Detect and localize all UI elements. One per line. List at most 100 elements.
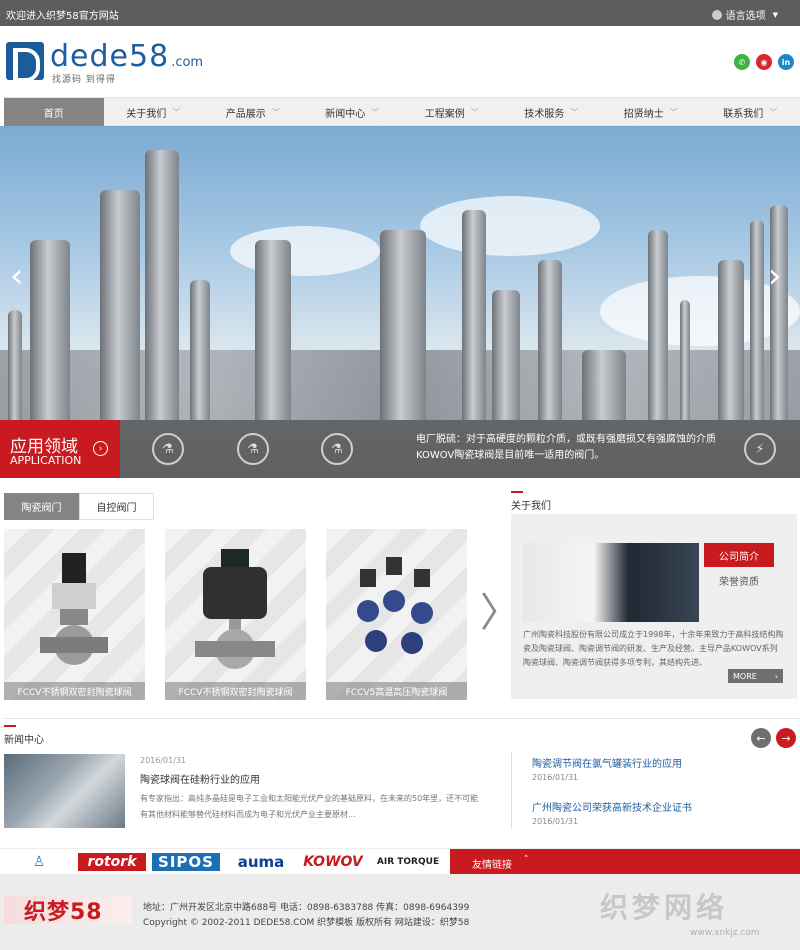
watermark-text: 织梦网络 <box>600 891 729 924</box>
plant-tower <box>770 205 788 420</box>
linkedin-icon[interactable]: in <box>778 54 794 70</box>
news-next-button[interactable]: → <box>776 728 796 748</box>
footer-address: 地址：广州开发区北京中路688号 电话：0898-6383788 传真：0898… <box>143 903 470 913</box>
plant-tower <box>648 230 668 420</box>
news-feature-summary: 有专家指出：高纯多晶硅是电子工业和太阳能光伏产业的基础原料，在未来的50年里，还… <box>140 794 479 819</box>
footer: 织梦58 地址：广州开发区北京中路688号 电话：0898-6383788 传真… <box>0 874 800 950</box>
about-more-button[interactable]: MORE › <box>728 669 783 683</box>
plant-tower <box>100 190 140 420</box>
nav-item-about[interactable]: 关于我们 ﹀ <box>104 98 204 126</box>
flask-icon[interactable]: ⚗ <box>152 433 184 465</box>
chevron-up-icon: ˄ <box>524 855 529 865</box>
news-list-title[interactable]: 广州陶瓷公司荣获高新技术企业证书 <box>532 799 692 814</box>
chevron-right-icon: › <box>774 671 778 681</box>
tab-ceramic-valves[interactable]: 陶瓷阀门 <box>4 493 79 520</box>
plant-tower <box>30 240 70 420</box>
nav-item-news[interactable]: 新闻中心 ﹀ <box>303 98 403 126</box>
plant-tower <box>582 350 626 420</box>
lightning-icon[interactable]: ⚡ <box>744 433 776 465</box>
site-logo[interactable]: dede58 .com 找源码 到得得 <box>6 39 204 85</box>
nav-label: 首页 <box>43 108 64 120</box>
partner-logo-kowov[interactable]: KOWOV <box>300 853 366 871</box>
product-caption: FCCV5高温高压陶瓷球阀 <box>326 682 467 700</box>
news-divider <box>511 752 512 828</box>
hero-banner: ‹ › 应用领域 APPLICATION › ⚗ ⚗ ⚗ 电厂脱硫：对于高硬度的… <box>0 126 800 478</box>
partner-logo-rotork[interactable]: rotork <box>78 853 146 871</box>
valve-image <box>357 557 433 654</box>
caret-down-icon: ▼ <box>772 10 778 19</box>
nav-item-products[interactable]: 产品展示 ﹀ <box>203 98 303 126</box>
application-bar: 应用领域 APPLICATION › ⚗ ⚗ ⚗ 电厂脱硫：对于高硬度的颗粒介质… <box>0 420 800 478</box>
news-feature-date: 2016/01/31 <box>140 756 187 765</box>
news-list-title[interactable]: 陶瓷调节阀在氯气罐装行业的应用 <box>532 755 682 770</box>
logo-slogan: 找源码 到得得 <box>52 75 116 85</box>
product-card[interactable]: FCCV不锈钢双密封陶瓷球阀 <box>4 529 145 700</box>
globe-icon <box>711 9 722 20</box>
language-selector[interactable]: 语言选项 ▼ <box>711 7 778 22</box>
chevron-down-icon: ﹀ <box>271 107 280 117</box>
product-caption: FCCV不锈钢双密封陶瓷球阀 <box>4 682 145 700</box>
cloud-decoration <box>420 196 600 256</box>
friend-links-bar[interactable]: 友情链接 ˄ <box>450 849 800 875</box>
flask-icon[interactable]: ⚗ <box>321 433 353 465</box>
nav-label: 新闻中心 <box>325 108 366 120</box>
partner-mark-icon[interactable]: ♙ <box>30 853 48 871</box>
product-list: FCCV不锈钢双密封陶瓷球阀 FCCV不锈钢双密封陶瓷球阀 FCCV5高温高压陶… <box>4 529 467 700</box>
chevron-down-icon: ﹀ <box>371 107 380 117</box>
news-list-date: 2016/01/31 <box>532 817 579 826</box>
plant-tower <box>380 230 426 420</box>
nav-item-home[interactable]: 首页 <box>4 98 104 126</box>
section-divider <box>4 718 800 719</box>
plant-tower <box>492 290 520 420</box>
news-list-date: 2016/01/31 <box>532 773 579 782</box>
plant-tower <box>8 310 22 420</box>
banner-prev-arrow[interactable]: ‹ <box>10 256 24 296</box>
tab-honors[interactable]: 荣誉资质 <box>704 570 774 590</box>
watermark-url: www.xnkjz.com <box>690 928 760 938</box>
partner-logo-airtorque[interactable]: AIR TORQUE <box>374 853 442 871</box>
product-card[interactable]: FCCV不锈钢双密封陶瓷球阀 <box>165 529 306 700</box>
news-prev-button[interactable]: ← <box>751 728 771 748</box>
chevron-down-icon: ﹀ <box>669 107 678 117</box>
cloud-decoration <box>230 226 380 276</box>
tab-company-profile[interactable]: 公司简介 <box>704 543 774 567</box>
wechat-icon[interactable]: ✆ <box>734 54 750 70</box>
nav-item-jobs[interactable]: 招贤纳士 ﹀ <box>601 98 701 126</box>
about-photo <box>523 543 699 622</box>
main-nav: 首页 关于我们 ﹀ 产品展示 ﹀ 新闻中心 ﹀ 工程案例 ﹀ 技术服务 ﹀ 招贤纳士 ﹀ 联… <box>4 97 800 126</box>
friend-links-label: 友情链接 <box>472 860 512 871</box>
valve-image <box>40 553 108 665</box>
footer-logo[interactable]: 织梦58 <box>4 896 132 925</box>
social-links: ✆ ◉ in <box>734 54 794 70</box>
plant-tower <box>462 210 486 420</box>
application-desc-line2: KOWOV陶瓷球阀是目前唯一适用的阀门。 <box>416 450 605 461</box>
welcome-text: 欢迎进入织梦58官方网站 <box>6 11 119 22</box>
news-feature-image[interactable] <box>4 754 125 828</box>
more-label: MORE <box>733 671 757 681</box>
plant-tower <box>255 240 291 420</box>
logo-suffix: .com <box>171 55 204 70</box>
tab-control-valves[interactable]: 自控阀门 <box>79 493 154 520</box>
nav-label: 技术服务 <box>524 108 565 120</box>
product-card[interactable]: FCCV5高温高压陶瓷球阀 <box>326 529 467 700</box>
nav-item-cases[interactable]: 工程案例 ﹀ <box>402 98 502 126</box>
plant-tower <box>190 280 210 420</box>
banner-next-arrow[interactable]: › <box>768 256 782 296</box>
application-block[interactable]: 应用领域 APPLICATION › <box>0 420 120 478</box>
footer-copyright: Copyright © 2002-2011 DEDE58.COM 织梦模板 版权… <box>143 918 470 928</box>
news-feature-title[interactable]: 陶瓷球阀在硅粉行业的应用 <box>140 771 260 786</box>
weibo-icon[interactable]: ◉ <box>756 54 772 70</box>
logo-mark-icon <box>6 42 44 82</box>
nav-item-contact[interactable]: 联系我们 ﹀ <box>701 98 800 126</box>
top-bar: 欢迎进入织梦58官方网站 语言选项 ▼ <box>0 0 800 26</box>
plant-tower <box>538 260 562 420</box>
application-desc-line1: 电厂脱硫：对于高硬度的颗粒介质，或既有强磨损又有强腐蚀的介质 <box>416 434 716 445</box>
nav-item-service[interactable]: 技术服务 ﹀ <box>502 98 602 126</box>
flask-icon[interactable]: ⚗ <box>237 433 269 465</box>
logo-text: dede58 <box>50 39 170 74</box>
partner-logo-sipos[interactable]: SIPOS <box>152 853 220 871</box>
plant-tower <box>718 260 744 420</box>
plant-tower <box>145 150 179 420</box>
plant-tower <box>680 300 690 420</box>
partner-logo-auma[interactable]: auma <box>228 853 294 871</box>
